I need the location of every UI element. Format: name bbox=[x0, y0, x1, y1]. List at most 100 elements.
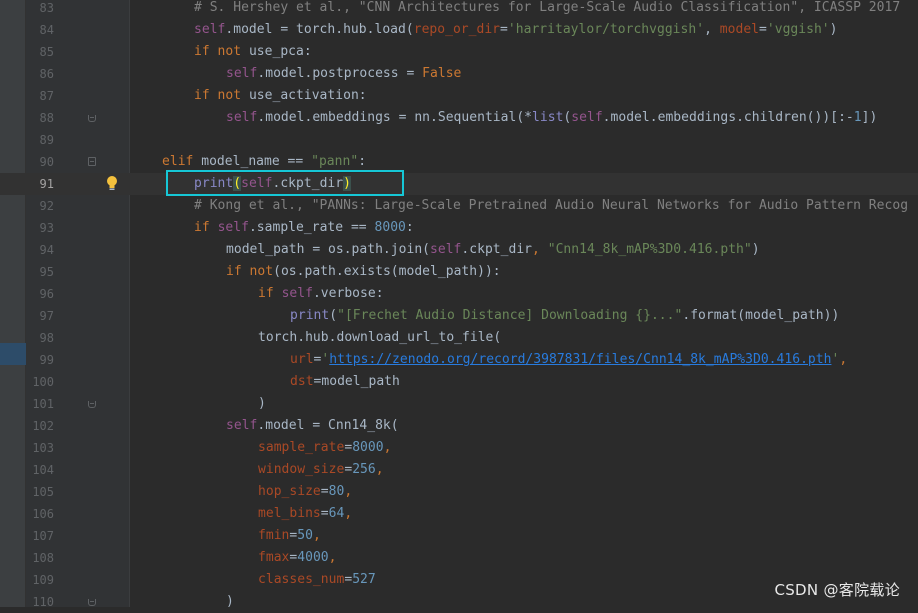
line-content[interactable]: url='https://zenodo.org/record/3987831/f… bbox=[290, 349, 847, 371]
line-content[interactable]: model_path = os.path.join(self.ckpt_dir,… bbox=[226, 239, 760, 261]
code-line[interactable]: 98 torch.hub.download_url_to_file( bbox=[0, 327, 918, 349]
code-line[interactable]: 90 elif model_name == "pann": bbox=[0, 151, 918, 173]
code-line[interactable]: 99 url='https://zenodo.org/record/398783… bbox=[0, 349, 918, 371]
line-content[interactable]: self.model.postprocess = False bbox=[226, 63, 461, 85]
code-token: = bbox=[320, 506, 329, 521]
line-content[interactable]: classes_num=527 bbox=[258, 569, 376, 591]
number-token: 1 bbox=[853, 110, 862, 125]
line-content[interactable]: sample_rate=8000, bbox=[258, 437, 391, 459]
line-number: 108 bbox=[32, 551, 54, 565]
fold-end-icon[interactable] bbox=[88, 401, 96, 408]
line-content[interactable]: fmax=4000, bbox=[258, 547, 337, 569]
line-content[interactable]: dst=model_path bbox=[290, 371, 400, 393]
code-line[interactable]: 105 hop_size=80, bbox=[0, 481, 918, 503]
code-line[interactable]: 92 # Kong et al., "PANNs: Large-Scale Pr… bbox=[0, 195, 918, 217]
line-content[interactable]: if self.verbose: bbox=[258, 283, 384, 305]
param-token: fmin bbox=[258, 528, 290, 543]
line-content[interactable]: ) bbox=[226, 591, 234, 613]
code-line[interactable]: 106 mel_bins=64, bbox=[0, 503, 918, 525]
line-number: 87 bbox=[39, 89, 54, 103]
line-content[interactable]: fmin=50, bbox=[258, 525, 321, 547]
line-number: 99 bbox=[39, 353, 54, 367]
code-line[interactable]: 83 # S. Hershey et al., "CNN Architectur… bbox=[0, 0, 918, 19]
code-line[interactable]: 85 if not use_pca: bbox=[0, 41, 918, 63]
code-token: .model.embeddings.children())[:- bbox=[602, 110, 854, 125]
line-number: 91 bbox=[39, 177, 54, 191]
param-token: mel_bins bbox=[258, 506, 321, 521]
line-content[interactable]: self.model = torch.hub.load(repo_or_dir=… bbox=[194, 19, 838, 41]
line-number: 83 bbox=[39, 1, 54, 15]
line-content[interactable]: self.model = Cnn14_8k( bbox=[226, 415, 399, 437]
number-token: 80 bbox=[328, 484, 345, 499]
code-line[interactable]: 103 sample_rate=8000, bbox=[0, 437, 918, 459]
line-content[interactable]: ) bbox=[258, 393, 266, 415]
code-line[interactable]: 102 self.model = Cnn14_8k( bbox=[0, 415, 918, 437]
line-content[interactable]: # S. Hershey et al., "CNN Architectures … bbox=[194, 0, 900, 19]
code-line[interactable]: 87 if not use_activation: bbox=[0, 85, 918, 107]
line-content[interactable]: if self.sample_rate == 8000: bbox=[194, 217, 414, 239]
code-line[interactable]: 94 model_path = os.path.join(self.ckpt_d… bbox=[0, 239, 918, 261]
url-link[interactable]: https://zenodo.org/record/3987831/files/… bbox=[329, 352, 831, 367]
line-number: 85 bbox=[39, 45, 54, 59]
fold-start-icon[interactable] bbox=[88, 157, 96, 166]
line-content[interactable]: print("[Frechet Audio Distance] Download… bbox=[290, 305, 839, 327]
comment: # S. Hershey et al., "CNN Architectures … bbox=[194, 0, 901, 15]
code-line[interactable]: 107 fmin=50, bbox=[0, 525, 918, 547]
line-content[interactable]: self.model.embeddings = nn.Sequential(*l… bbox=[226, 107, 877, 129]
code-line[interactable]: 84 self.model = torch.hub.load(repo_or_d… bbox=[0, 19, 918, 41]
param-token: dst bbox=[290, 374, 314, 389]
line-content[interactable]: mel_bins=64, bbox=[258, 503, 352, 525]
code-token: .verbose: bbox=[312, 286, 384, 301]
code-line[interactable]: 95 if not(os.path.exists(model_path)): bbox=[0, 261, 918, 283]
line-number: 109 bbox=[32, 573, 54, 587]
code-line[interactable]: 89 bbox=[0, 129, 918, 151]
code-line[interactable]: 96 if self.verbose: bbox=[0, 283, 918, 305]
line-number: 97 bbox=[39, 309, 54, 323]
line-content[interactable]: if not use_activation: bbox=[194, 85, 367, 107]
string-token: "[Frechet Audio Distance] Downloading {}… bbox=[337, 308, 683, 323]
watermark: CSDN @客院载论 bbox=[774, 581, 900, 599]
code-line[interactable]: 101 ) bbox=[0, 393, 918, 415]
code-line[interactable]: 97 print("[Frechet Audio Distance] Downl… bbox=[0, 305, 918, 327]
comma-token: , bbox=[328, 550, 337, 565]
code-token: .format(model_path)) bbox=[682, 308, 840, 323]
lightbulb-icon[interactable] bbox=[105, 175, 119, 192]
code-line[interactable]: 100 dst=model_path bbox=[0, 371, 918, 393]
keyword-token: if bbox=[194, 220, 210, 235]
current-code-line[interactable]: 91 print(self.ckpt_dir) bbox=[0, 173, 918, 195]
code-token: .sample_rate == bbox=[248, 220, 375, 235]
line-content[interactable]: if not(os.path.exists(model_path)): bbox=[226, 261, 501, 283]
code-token: = bbox=[344, 462, 353, 477]
comma-token: , bbox=[375, 462, 384, 477]
code-token: ( bbox=[329, 308, 338, 323]
line-number: 110 bbox=[32, 595, 54, 609]
self-token: self bbox=[217, 220, 249, 235]
code-editor[interactable]: 83 # S. Hershey et al., "CNN Architectur… bbox=[0, 0, 918, 613]
line-content[interactable]: hop_size=80, bbox=[258, 481, 352, 503]
code-line[interactable]: 93 if self.sample_rate == 8000: bbox=[0, 217, 918, 239]
param-token: model bbox=[719, 22, 760, 37]
line-number: 93 bbox=[39, 221, 54, 235]
line-content[interactable]: window_size=256, bbox=[258, 459, 384, 481]
line-number: 101 bbox=[32, 397, 54, 411]
line-content[interactable]: # Kong et al., "PANNs: Large-Scale Pretr… bbox=[194, 195, 908, 217]
line-number: 86 bbox=[39, 67, 54, 81]
code-line[interactable]: 86 self.model.postprocess = False bbox=[0, 63, 918, 85]
line-number: 107 bbox=[32, 529, 54, 543]
line-content[interactable]: torch.hub.download_url_to_file( bbox=[258, 327, 501, 349]
code-token: , bbox=[704, 22, 720, 37]
param-token: fmax bbox=[258, 550, 290, 565]
line-number: 98 bbox=[39, 331, 54, 345]
code-token: .model = Cnn14_8k( bbox=[257, 418, 399, 433]
line-content[interactable]: if not use_pca: bbox=[194, 41, 312, 63]
fold-end-icon[interactable] bbox=[88, 599, 96, 606]
fold-end-icon[interactable] bbox=[88, 115, 96, 122]
code-line[interactable]: 108 fmax=4000, bbox=[0, 547, 918, 569]
number-token: 527 bbox=[352, 572, 376, 587]
code-line[interactable]: 104 window_size=256, bbox=[0, 459, 918, 481]
comma-token: , bbox=[312, 528, 321, 543]
code-line[interactable]: 88 self.model.embeddings = nn.Sequential… bbox=[0, 107, 918, 129]
code-token: .model.embeddings = nn.Sequential(* bbox=[257, 110, 533, 125]
keyword-token: if bbox=[226, 264, 242, 279]
